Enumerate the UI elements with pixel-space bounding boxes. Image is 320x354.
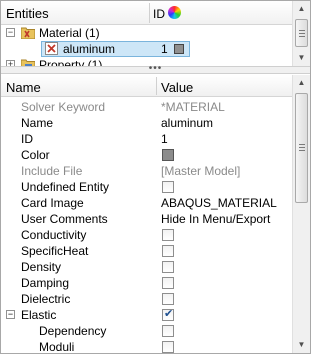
property-name: Solver Keyword (21, 100, 106, 114)
tree-scrollbar[interactable]: ▲ ▼ (292, 1, 310, 66)
property-checkbox[interactable] (162, 245, 174, 257)
scrollbar-thumb[interactable] (295, 19, 308, 47)
tree-item-label: Property (1) (39, 58, 103, 66)
scroll-down-icon[interactable]: ▼ (293, 50, 310, 66)
entities-tree: Entities ID − Material (1) aluminum 1 + … (1, 1, 310, 66)
pane-splitter[interactable]: ••• (1, 63, 310, 74)
property-name: Elastic (21, 308, 57, 322)
property-name: Dependency (39, 324, 107, 338)
property-row[interactable]: Conductivity (1, 227, 293, 243)
property-name: Color (21, 148, 50, 162)
property-value: [Master Model] (161, 164, 241, 178)
property-value[interactable]: ABAQUS_MATERIAL (161, 196, 277, 210)
property-row[interactable]: Solver Keyword *MATERIAL (1, 99, 293, 115)
folder-icon (21, 59, 35, 66)
collapse-icon[interactable]: − (6, 28, 15, 37)
property-name: Include File (21, 164, 83, 178)
property-value[interactable]: Hide In Menu/Export (161, 212, 270, 226)
property-value: *MATERIAL (161, 100, 225, 114)
property-checkbox[interactable] (162, 181, 174, 193)
color-swatch[interactable] (174, 44, 184, 54)
name-column-header[interactable]: Name (6, 80, 41, 95)
scroll-up-icon[interactable]: ▲ (293, 1, 310, 17)
property-name: Name (21, 116, 54, 130)
property-checkbox[interactable] (162, 307, 174, 321)
property-name: SpecificHeat (21, 244, 89, 258)
property-row[interactable]: Damping (1, 275, 293, 291)
property-row[interactable]: Color (1, 147, 293, 163)
property-row[interactable]: Include File [Master Model] (1, 163, 293, 179)
property-row[interactable]: Name aluminum (1, 115, 293, 131)
property-name: User Comments (21, 212, 108, 226)
property-grid: Name Value Solver Keyword *MATERIAL Name al… (1, 75, 310, 353)
tree-item-id: 1 (161, 42, 168, 56)
column-divider[interactable] (149, 3, 150, 23)
property-row[interactable]: − Elastic (1, 307, 293, 323)
value-column-header[interactable]: Value (161, 80, 193, 95)
collapse-icon[interactable]: − (6, 310, 15, 319)
property-name: Conductivity (21, 228, 87, 242)
property-name: Density (21, 260, 62, 274)
column-divider[interactable] (156, 77, 157, 95)
folder-icon (21, 27, 35, 39)
color-column-icon[interactable] (168, 6, 181, 19)
property-row[interactable]: Card Image ABAQUS_MATERIAL (1, 195, 293, 211)
property-checkbox[interactable] (162, 341, 174, 353)
color-swatch[interactable] (162, 149, 174, 161)
splitter-grip-icon: ••• (148, 63, 163, 74)
scroll-up-icon[interactable]: ▲ (293, 75, 310, 91)
tree-item-property[interactable]: + Property (1) (1, 57, 292, 66)
property-name: Card Image (21, 196, 84, 210)
property-name: Moduli (39, 340, 75, 353)
scrollbar-thumb[interactable] (295, 93, 308, 203)
grid-header: Name Value (1, 75, 293, 97)
property-checkbox[interactable] (162, 261, 174, 273)
property-row[interactable]: Moduli (1, 339, 293, 353)
property-row[interactable]: ID 1 (1, 131, 293, 147)
property-row[interactable]: Density (1, 259, 293, 275)
property-checkbox[interactable] (162, 325, 174, 337)
property-row[interactable]: Dependency (1, 323, 293, 339)
property-value[interactable]: aluminum (161, 116, 213, 130)
property-name: Damping (21, 276, 70, 290)
scroll-down-icon[interactable]: ▼ (293, 337, 310, 353)
property-row[interactable]: User Comments Hide In Menu/Export (1, 211, 293, 227)
material-icon (45, 42, 58, 55)
entities-column-header[interactable]: Entities (6, 6, 49, 21)
tree-item-aluminum[interactable]: aluminum 1 (1, 41, 292, 57)
tree-header: Entities ID (1, 1, 292, 25)
property-row[interactable]: Undefined Entity (1, 179, 293, 195)
id-column-header[interactable]: ID (153, 7, 165, 21)
property-name: Dielectric (21, 292, 71, 306)
tree-item-label: aluminum (63, 42, 116, 56)
property-row[interactable]: Dielectric (1, 291, 293, 307)
property-checkbox[interactable] (162, 293, 174, 305)
tree-item-material[interactable]: − Material (1) (1, 25, 292, 41)
property-value[interactable]: 1 (161, 132, 168, 146)
grid-scrollbar[interactable]: ▲ ▼ (292, 75, 310, 353)
property-checkbox[interactable] (162, 229, 174, 241)
property-row[interactable]: SpecificHeat (1, 243, 293, 259)
property-name: Undefined Entity (21, 180, 110, 194)
property-checkbox[interactable] (162, 277, 174, 289)
property-name: ID (21, 132, 33, 146)
tree-item-label: Material (1) (39, 26, 100, 40)
